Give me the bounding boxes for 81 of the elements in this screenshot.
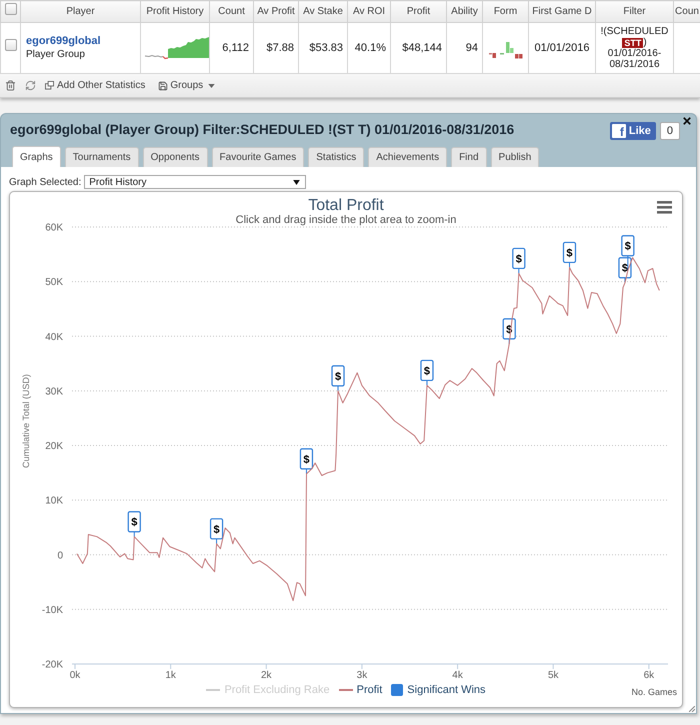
close-icon <box>683 117 691 125</box>
annotation: $ <box>131 516 138 529</box>
groups-button[interactable]: Groups <box>158 78 216 93</box>
axis-tick-label: 5k <box>548 670 558 680</box>
column-header[interactable]: Coun <box>674 0 700 22</box>
caret-icon <box>208 84 216 88</box>
profit-sparkline <box>144 37 209 60</box>
player-type: Player Group <box>26 48 85 61</box>
tab[interactable]: Publish <box>490 147 540 167</box>
close-button[interactable] <box>682 116 692 126</box>
column-header[interactable]: Filter <box>596 0 674 22</box>
legend-item[interactable]: Significant Wins <box>391 682 486 698</box>
column-header[interactable]: Count <box>210 0 254 22</box>
annotation: $ <box>303 454 310 466</box>
axis-tick-label: 4k <box>452 670 463 680</box>
chart-subtitle: Click and drag inside the plot area to zoom-in <box>236 214 456 226</box>
annotation: $ <box>213 524 220 536</box>
trash-icon <box>5 80 16 91</box>
axis-title: Cumulative Total (USD) <box>21 374 31 468</box>
filter-tag: STT <box>622 38 644 48</box>
axis-tick-label: 20K <box>45 441 63 452</box>
column-header[interactable]: Av Profit <box>254 0 298 22</box>
axis-tick-label: 0 <box>57 550 63 562</box>
tab[interactable]: Tournaments <box>64 147 139 167</box>
checkbox[interactable] <box>4 3 16 15</box>
windows-icon <box>45 81 54 90</box>
axis-tick-label: 60K <box>45 222 63 234</box>
column-header[interactable]: First Game D <box>528 0 596 22</box>
caret-icon <box>293 180 300 184</box>
column-header[interactable]: Av Stake <box>298 0 348 22</box>
annotation: $ <box>424 365 430 378</box>
column-header[interactable]: Player <box>20 0 140 22</box>
axis-tick-label: 0k <box>70 670 80 680</box>
date-range-text: 01/01/2016- <box>608 48 662 59</box>
axis-tick-label: 2k <box>261 670 272 680</box>
annotation: $ <box>566 247 573 260</box>
legend-item[interactable]: Profit <box>338 682 382 698</box>
tab[interactable]: Statistics <box>308 147 364 167</box>
filter-text: ) <box>643 37 647 48</box>
panel-title: egor699global (Player Group) Filter:SCHEDULED !(ST T) 01/01/2016-08/31/2016 <box>10 120 514 139</box>
like-button[interactable]: f Like <box>610 122 656 140</box>
axis-title: No. Games <box>631 686 678 700</box>
player-link[interactable]: egor699global <box>26 35 101 48</box>
annotation: $ <box>334 370 342 383</box>
axis-tick-label: 50K <box>45 277 63 288</box>
tab[interactable]: Find <box>451 147 487 167</box>
resize-grip-icon[interactable] <box>689 706 695 712</box>
refresh-button[interactable] <box>25 80 36 91</box>
chart-title: Total Profit <box>308 197 384 214</box>
column-header[interactable]: Profit <box>390 0 446 22</box>
axis-tick-label: 30K <box>45 386 63 398</box>
axis-tick-label: 1k <box>165 670 176 680</box>
annotation: $ <box>624 240 631 253</box>
legend-line-icon <box>338 689 353 691</box>
delete-button[interactable] <box>5 80 16 91</box>
like-count: 0 <box>660 122 680 140</box>
column-header[interactable]: Form <box>482 0 528 22</box>
checkbox[interactable] <box>4 39 16 52</box>
axis-tick-label: 3k <box>356 670 368 680</box>
column-header[interactable]: Av ROI <box>348 0 390 22</box>
tab[interactable]: Achievements <box>368 147 448 167</box>
legend-line-icon <box>206 689 220 691</box>
axis-tick-label: -20K <box>42 660 63 670</box>
tab[interactable]: Opponents <box>142 147 208 167</box>
graph-select[interactable]: Profit History <box>84 175 306 189</box>
date-range-text: 08/31/2016 <box>609 59 660 70</box>
refresh-icon <box>25 80 36 91</box>
logo-icon: f <box>612 124 626 138</box>
axis-tick-label: 40K <box>45 332 63 343</box>
annotation: $ <box>516 253 522 266</box>
filter-text: !(SCHEDULED <box>600 26 668 37</box>
graph-select-label: Graph Selected: <box>9 176 82 190</box>
tab[interactable]: Favourite Games <box>212 147 304 167</box>
add-statistics-button[interactable]: Add Other Statistics <box>45 78 146 93</box>
axis-tick-label: -10K <box>42 604 63 616</box>
menu-icon[interactable] <box>657 201 672 214</box>
column-header[interactable]: Ability <box>446 0 482 22</box>
column-header[interactable]: Profit History <box>140 0 210 22</box>
axis-tick-label: 6k <box>644 670 654 680</box>
axis-tick-label: 10K <box>45 496 63 507</box>
tab[interactable]: Graphs <box>12 146 61 167</box>
